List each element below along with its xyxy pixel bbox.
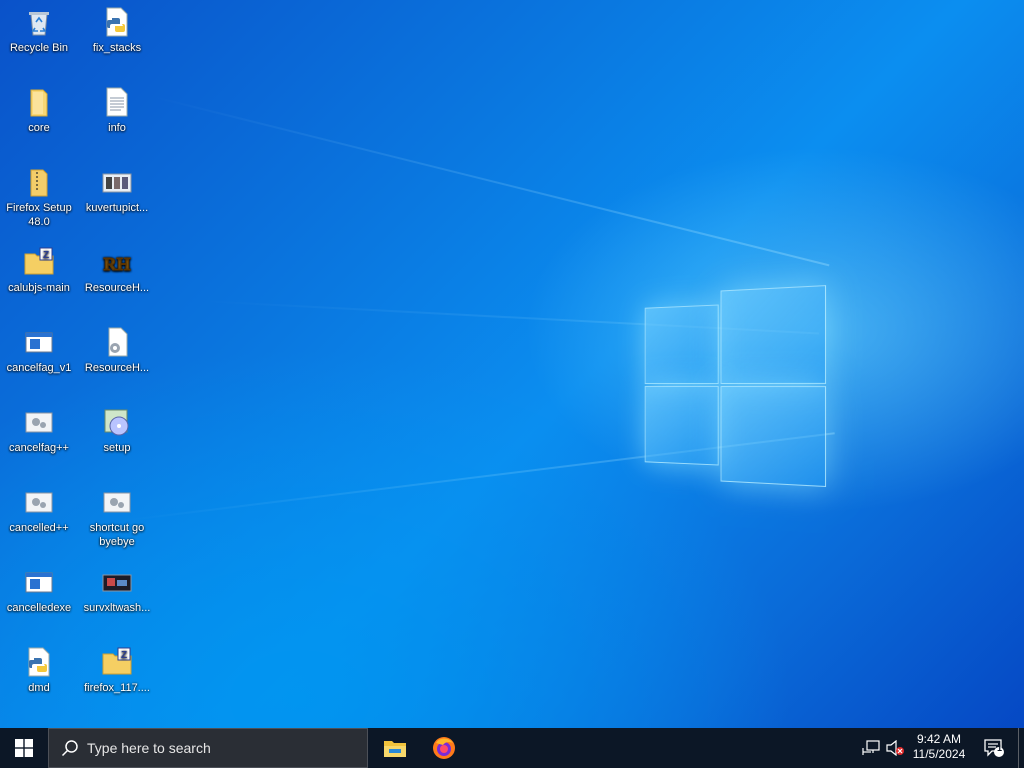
desktop-icon-label: ResourceH...: [84, 362, 150, 374]
desktop-icon-cancelled-plusplus[interactable]: cancelled++: [0, 480, 78, 558]
image-file-icon: [102, 173, 132, 193]
desktop-icon-label: survxltwash...: [83, 602, 151, 614]
desktop-icon-firefox-117[interactable]: Z firefox_117....: [78, 640, 156, 718]
zip-folder-icon: [30, 169, 48, 197]
desktop-icon-firefox-setup[interactable]: Firefox Setup 48.0: [0, 160, 78, 238]
svg-text:Z: Z: [43, 250, 49, 261]
resource-hacker-icon: RH: [103, 254, 131, 275]
show-desktop-button[interactable]: [1018, 728, 1024, 768]
clock-time: 9:42 AM: [916, 732, 962, 746]
setup-installer-icon: [104, 409, 129, 436]
network-icon: [862, 740, 880, 755]
desktop-icon-label: firefox_117....: [84, 682, 150, 694]
desktop-icon-label: kuvertupict...: [85, 202, 149, 214]
volume-muted-icon: [886, 740, 904, 756]
desktop-icon-label: Recycle Bin: [9, 42, 69, 54]
desktop-icon-label: core: [28, 122, 50, 134]
text-document-icon: [106, 87, 128, 117]
windows-logo-icon: [15, 739, 33, 757]
desktop-icon-info[interactable]: info: [78, 80, 156, 158]
svg-text:RH: RH: [104, 254, 131, 274]
desktop-icon-shortcut-go-byebye[interactable]: shortcut go byebye: [78, 480, 156, 558]
zip-archive-icon: Z: [102, 647, 132, 675]
desktop-icon-label: Firefox Setup 48.0: [6, 202, 72, 228]
desktop-icon-resourcehacker-settings[interactable]: ResourceH...: [78, 320, 156, 398]
clock-date: 11/5/2024: [912, 747, 966, 761]
desktop-icon-label: calubjs-main: [8, 282, 70, 294]
desktop-icon-core[interactable]: core: [0, 80, 78, 158]
gear-app-icon: [25, 492, 53, 513]
search-icon: [61, 740, 78, 757]
python-file-icon: [28, 647, 50, 677]
taskbar-file-explorer[interactable]: [371, 728, 419, 768]
taskbar-search-box[interactable]: Type here to search: [48, 728, 368, 768]
search-placeholder: Type here to search: [87, 740, 211, 756]
settings-file-icon: [108, 327, 128, 357]
zip-archive-icon: Z: [24, 247, 54, 275]
desktop-icon-label: cancelfag++: [9, 442, 69, 454]
desktop-icon-fix-stacks[interactable]: fix_stacks: [78, 0, 156, 78]
python-file-icon: [106, 7, 128, 37]
desktop-icon-kuvertupict[interactable]: kuvertupict...: [78, 160, 156, 238]
desktop-icon-survxltwash[interactable]: survxltwash...: [78, 560, 156, 638]
taskbar-clock[interactable]: 9:42 AM 11/5/2024: [904, 728, 974, 768]
tray-network[interactable]: [860, 728, 882, 768]
light-beam: [149, 95, 830, 267]
firefox-icon: [433, 737, 455, 759]
notification-count-badge: 1: [997, 743, 1003, 753]
image-file-icon: [102, 574, 132, 592]
desktop-background[interactable]: Recycle Bin fix_stacks core info Firefox…: [0, 0, 1024, 728]
taskbar: Type here to search 9:42 AM 11/5/2024 1: [0, 728, 1024, 768]
svg-text:Z: Z: [121, 650, 127, 661]
desktop-icon-label: cancelfag_v1: [6, 362, 72, 374]
desktop-icon-label: cancelledexe: [6, 602, 72, 614]
file-explorer-icon: [384, 741, 406, 757]
desktop-icon-calubjs-main[interactable]: Z calubjs-main: [0, 240, 78, 318]
window-app-icon: [25, 332, 53, 353]
desktop-icon-label: dmd: [28, 682, 50, 694]
tray-volume[interactable]: [884, 728, 906, 768]
gear-app-icon: [103, 492, 131, 513]
taskbar-firefox[interactable]: [420, 728, 468, 768]
gear-app-icon: [25, 412, 53, 433]
desktop-icon-label: fix_stacks: [92, 42, 142, 54]
action-center-button[interactable]: 1: [978, 728, 1010, 768]
desktop-icon-cancelfag-plusplus[interactable]: cancelfag++: [0, 400, 78, 478]
desktop-icon-dmd[interactable]: dmd: [0, 640, 78, 718]
window-app-icon: [25, 572, 53, 593]
desktop-icon-recycle-bin[interactable]: Recycle Bin: [0, 0, 78, 78]
desktop-icon-label: info: [108, 122, 126, 134]
desktop-icon-cancelfag-v1[interactable]: cancelfag_v1: [0, 320, 78, 398]
folder-icon: [30, 89, 48, 117]
windows-wallpaper-logo: [644, 285, 827, 488]
recycle-bin-icon: [29, 12, 49, 36]
desktop-icon-label: shortcut go byebye: [89, 522, 145, 548]
desktop-icon-label: ResourceH...: [84, 282, 150, 294]
desktop-icon-resourcehacker[interactable]: RH ResourceH...: [78, 240, 156, 318]
desktop-icon-label: cancelled++: [9, 522, 69, 534]
desktop-icon-cancelledexe[interactable]: cancelledexe: [0, 560, 78, 638]
desktop-icon-setup[interactable]: setup: [78, 400, 156, 478]
desktop-icon-label: setup: [103, 442, 131, 454]
start-button[interactable]: [0, 728, 48, 768]
